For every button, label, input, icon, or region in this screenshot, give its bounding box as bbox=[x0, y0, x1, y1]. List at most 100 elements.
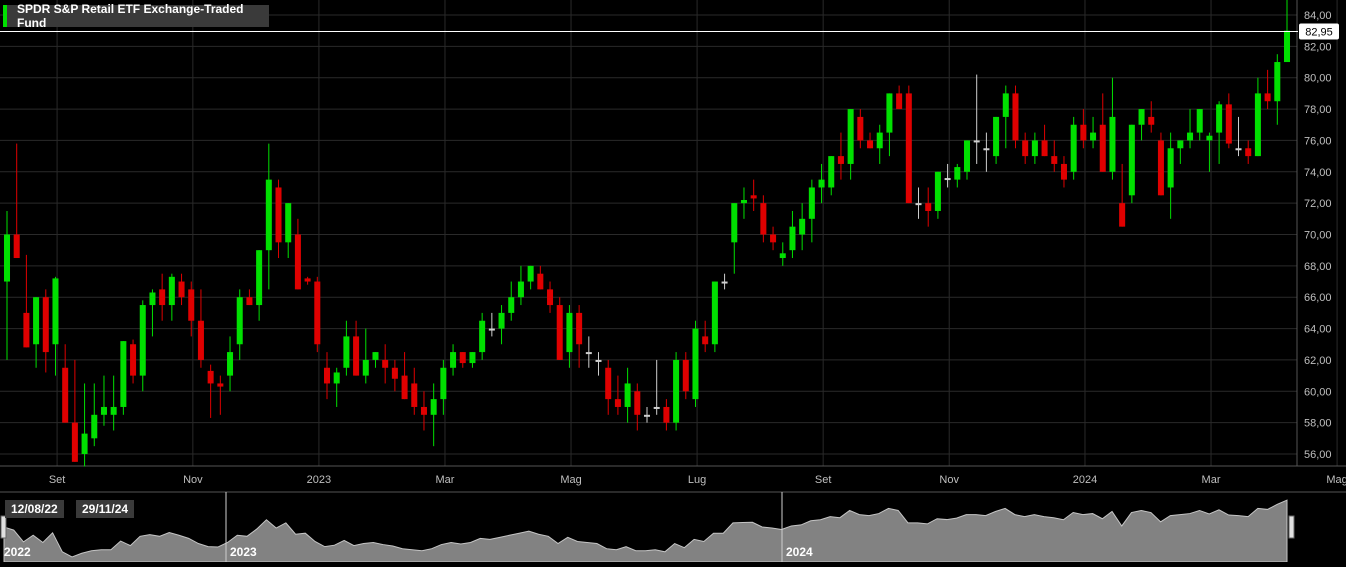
candle-body bbox=[207, 370, 214, 384]
candle bbox=[1187, 109, 1194, 149]
candle-body bbox=[653, 406, 660, 409]
candle-body bbox=[1216, 104, 1223, 133]
candle bbox=[857, 109, 864, 149]
candle-body bbox=[333, 372, 340, 384]
candle-body bbox=[42, 297, 49, 353]
candle-body bbox=[353, 336, 360, 376]
candle-body bbox=[663, 406, 670, 423]
candle-body bbox=[1119, 203, 1126, 227]
candle-body bbox=[944, 178, 951, 181]
candle bbox=[517, 265, 524, 306]
candle-body bbox=[867, 140, 874, 149]
candle bbox=[983, 132, 990, 172]
candle-body bbox=[227, 352, 234, 376]
candle-body bbox=[905, 93, 912, 204]
candle-body bbox=[818, 179, 825, 188]
range-end-label[interactable]: 29/11/24 bbox=[76, 500, 135, 518]
candle-body bbox=[52, 278, 59, 345]
candle-body bbox=[576, 312, 583, 345]
candle bbox=[411, 367, 418, 415]
candle-body bbox=[808, 187, 815, 219]
x-tick-label: Set bbox=[815, 474, 832, 486]
candle bbox=[168, 273, 175, 321]
navigator-left-handle bbox=[0, 515, 7, 539]
candle bbox=[3, 210, 11, 360]
candle-body bbox=[779, 253, 786, 259]
candle bbox=[954, 163, 961, 188]
candle-body bbox=[1235, 148, 1242, 151]
candle-body bbox=[1187, 132, 1194, 141]
candlestick-chart[interactable]: 82,95 56,00 58,00 60,00 62,00 64,00 66,00 68,0… bbox=[0, 0, 1346, 563]
candle bbox=[673, 352, 680, 431]
candle-body bbox=[391, 367, 398, 379]
candle bbox=[1060, 156, 1067, 188]
range-start-label[interactable]: 12/08/22 bbox=[5, 500, 64, 518]
candle-body bbox=[285, 203, 292, 243]
candle-body bbox=[750, 195, 757, 199]
candle-body bbox=[430, 399, 437, 415]
candle bbox=[285, 203, 292, 259]
range-start-text: 12/08/22 bbox=[11, 502, 58, 516]
candle-body bbox=[934, 171, 941, 211]
candle bbox=[33, 297, 40, 368]
candle bbox=[13, 143, 20, 259]
candle bbox=[294, 218, 301, 290]
candle bbox=[605, 359, 612, 415]
candle bbox=[1235, 116, 1242, 157]
candle bbox=[634, 383, 641, 431]
candle-body bbox=[91, 414, 98, 439]
candle bbox=[1090, 116, 1097, 149]
x-tick-label: Mar bbox=[435, 474, 454, 486]
candle-body bbox=[459, 352, 466, 364]
candle-body bbox=[1080, 124, 1087, 141]
candle bbox=[139, 300, 146, 392]
candle bbox=[1041, 124, 1048, 157]
candle bbox=[595, 352, 602, 376]
last-price-label: 82,95 bbox=[1305, 26, 1333, 38]
candle-body bbox=[323, 367, 331, 384]
candle-body bbox=[1138, 109, 1145, 125]
y-tick-label: 60,00 bbox=[1304, 386, 1332, 398]
candle-body bbox=[1012, 93, 1019, 141]
candle bbox=[159, 273, 166, 321]
candle bbox=[731, 203, 738, 274]
candle-body bbox=[469, 352, 476, 364]
candle-body bbox=[3, 234, 11, 282]
candle-body bbox=[372, 352, 379, 360]
x-tick-label: Mar bbox=[1202, 474, 1221, 486]
candle-body bbox=[1225, 104, 1232, 144]
candle bbox=[100, 375, 107, 426]
candle bbox=[178, 273, 185, 306]
candle-body bbox=[857, 116, 864, 141]
candle-body bbox=[100, 406, 107, 415]
y-tick-label: 66,00 bbox=[1304, 292, 1332, 304]
candle bbox=[91, 383, 98, 447]
x-axis: SetNov2023MarMagLugSetNov2024MarMagLugSe… bbox=[49, 474, 1346, 486]
candle bbox=[1031, 132, 1038, 164]
candle-body bbox=[304, 278, 311, 282]
candle-body bbox=[1206, 135, 1213, 141]
candle bbox=[576, 305, 583, 368]
candle-body bbox=[983, 148, 990, 151]
candle bbox=[1264, 69, 1271, 110]
chart-canvas[interactable]: 82,95 56,00 58,00 60,00 62,00 64,00 66,00 68,0… bbox=[0, 0, 1346, 563]
candle-body bbox=[682, 359, 689, 392]
candle bbox=[1138, 109, 1145, 141]
candle-body bbox=[382, 359, 389, 368]
candle-body bbox=[420, 406, 427, 415]
candle-body bbox=[847, 109, 854, 164]
candle-body bbox=[799, 218, 806, 235]
candle bbox=[23, 254, 30, 348]
candle-body bbox=[1022, 140, 1029, 157]
candle bbox=[692, 320, 699, 407]
candle-body bbox=[1196, 109, 1203, 133]
candle bbox=[547, 281, 554, 313]
candle-body bbox=[479, 320, 486, 353]
candle bbox=[1051, 140, 1058, 172]
candle-body bbox=[770, 234, 777, 243]
candle bbox=[401, 352, 408, 400]
candle bbox=[799, 203, 806, 251]
candle-body bbox=[362, 359, 369, 376]
candle bbox=[663, 399, 670, 431]
candle-body bbox=[1264, 93, 1271, 102]
